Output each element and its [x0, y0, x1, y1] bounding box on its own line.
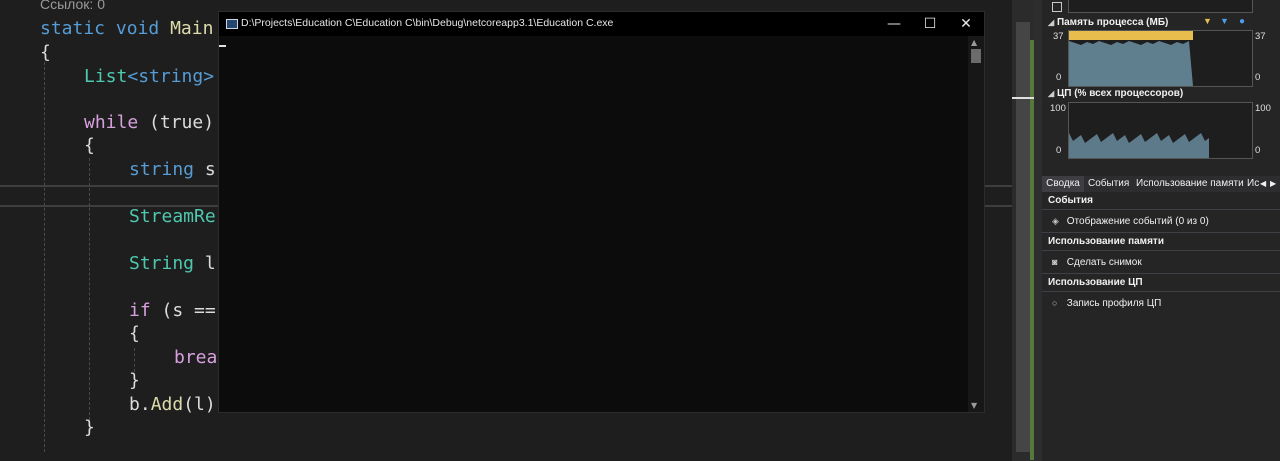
console-title-bar[interactable]: D:\Projects\Education C\Education C\bin\…: [219, 12, 984, 36]
cpu-axis-max: 100: [1050, 103, 1066, 114]
events-section-header: События: [1042, 192, 1280, 210]
tab-memory-usage[interactable]: Использование памяти: [1136, 176, 1244, 192]
code-line: String l: [129, 253, 216, 274]
memory-section-header: Использование памяти: [1042, 233, 1280, 251]
caret-position-marker: [1012, 97, 1034, 99]
code-line: brea: [174, 347, 218, 368]
memory-usage-area: [1069, 41, 1193, 86]
minimize-button[interactable]: —: [876, 12, 912, 36]
cpu-axis-min: 0: [1056, 145, 1062, 156]
code-line: StreamRe: [129, 206, 216, 227]
close-button[interactable]: ✕: [948, 12, 984, 36]
code-line: static void Main: [40, 18, 214, 39]
memory-graph[interactable]: [1068, 30, 1253, 87]
memory-usage-chart: [1069, 31, 1193, 86]
scroll-up-icon[interactable]: ▲: [971, 38, 977, 47]
maximize-button[interactable]: ☐: [912, 12, 948, 36]
tab-scroll-left-icon[interactable]: ◀: [1260, 176, 1266, 192]
peak-marker-icon: ●: [1239, 16, 1246, 27]
memory-axis-max-right: 37: [1255, 31, 1266, 42]
cpu-section-header: Использование ЦП: [1042, 274, 1280, 292]
snapshot-marker-icon: ▼: [1220, 16, 1229, 26]
collapse-triangle-icon: ◢: [1048, 18, 1055, 27]
tab-events[interactable]: События: [1088, 176, 1129, 192]
record-icon: ○: [1052, 298, 1058, 308]
console-window[interactable]: D:\Projects\Education C\Education C\bin\…: [218, 11, 985, 413]
memory-axis-min-right: 0: [1255, 72, 1261, 83]
panel-splitter[interactable]: [1034, 0, 1042, 461]
take-snapshot-link[interactable]: ◙ Сделать снимок: [1052, 257, 1142, 268]
code-line: string s: [129, 159, 216, 180]
console-scrollbar-thumb[interactable]: [971, 49, 981, 63]
memory-graph-title: ◢ Память процесса (МБ): [1048, 17, 1169, 28]
indent-guide: [44, 62, 45, 452]
cpu-axis-max-right: 100: [1255, 103, 1271, 114]
tab-cpu-usage[interactable]: Ис: [1247, 176, 1259, 192]
tab-summary[interactable]: Сводка: [1042, 176, 1084, 192]
console-title: D:\Projects\Education C\Education C\bin\…: [241, 17, 614, 29]
code-line: if (s ==: [129, 300, 216, 321]
code-line: }: [129, 370, 140, 391]
events-icon: ◈: [1052, 216, 1059, 226]
collapse-triangle-icon: ◢: [1048, 89, 1055, 98]
code-line: }: [84, 417, 95, 438]
tab-scroll-right-icon[interactable]: ▶: [1270, 176, 1276, 192]
memory-axis-max: 37: [1053, 31, 1064, 42]
diagnostics-tabs: Сводка События Использование памяти Ис ◀…: [1042, 176, 1280, 192]
reference-count-codelens[interactable]: Ссылок: 0: [40, 0, 105, 12]
code-line: {: [40, 42, 51, 63]
cpu-usage-chart: [1069, 133, 1209, 158]
record-cpu-profile-link[interactable]: ○ Запись профиля ЦП: [1052, 298, 1161, 309]
memory-highlight-band: [1069, 31, 1193, 40]
code-line: List<string>: [84, 66, 215, 87]
camera-icon: ◙: [1052, 257, 1058, 267]
code-line: {: [129, 323, 140, 344]
timeline-ruler: [1068, 0, 1253, 13]
indent-guide: [89, 158, 90, 420]
editor-scrollbar-thumb[interactable]: [1016, 22, 1030, 452]
pause-icon[interactable]: [1052, 2, 1062, 12]
scroll-down-icon[interactable]: ▼: [971, 401, 977, 410]
console-scrollbar[interactable]: ▲ ▼: [968, 36, 984, 412]
cpu-usage-area: [1069, 133, 1209, 158]
code-line: b.Add(l): [129, 394, 216, 415]
console-cursor: [219, 45, 226, 47]
show-events-link[interactable]: ◈ Отображение событий (0 из 0): [1052, 216, 1209, 227]
code-line: while (true): [84, 112, 215, 133]
memory-axis-min: 0: [1056, 72, 1062, 83]
cpu-axis-min-right: 0: [1255, 145, 1261, 156]
gc-marker-icon: ▼: [1203, 16, 1212, 26]
cpu-graph-title: ◢ ЦП (% всех процессоров): [1048, 88, 1184, 99]
console-app-icon: [226, 19, 238, 29]
diagnostic-tools-panel: ◢ Память процесса (МБ) ▼ ▼ ● 37 0 37 0 ◢…: [1042, 0, 1280, 461]
editor-scrollbar[interactable]: [1012, 0, 1034, 461]
cpu-graph[interactable]: [1068, 102, 1253, 159]
code-line: {: [84, 135, 95, 156]
